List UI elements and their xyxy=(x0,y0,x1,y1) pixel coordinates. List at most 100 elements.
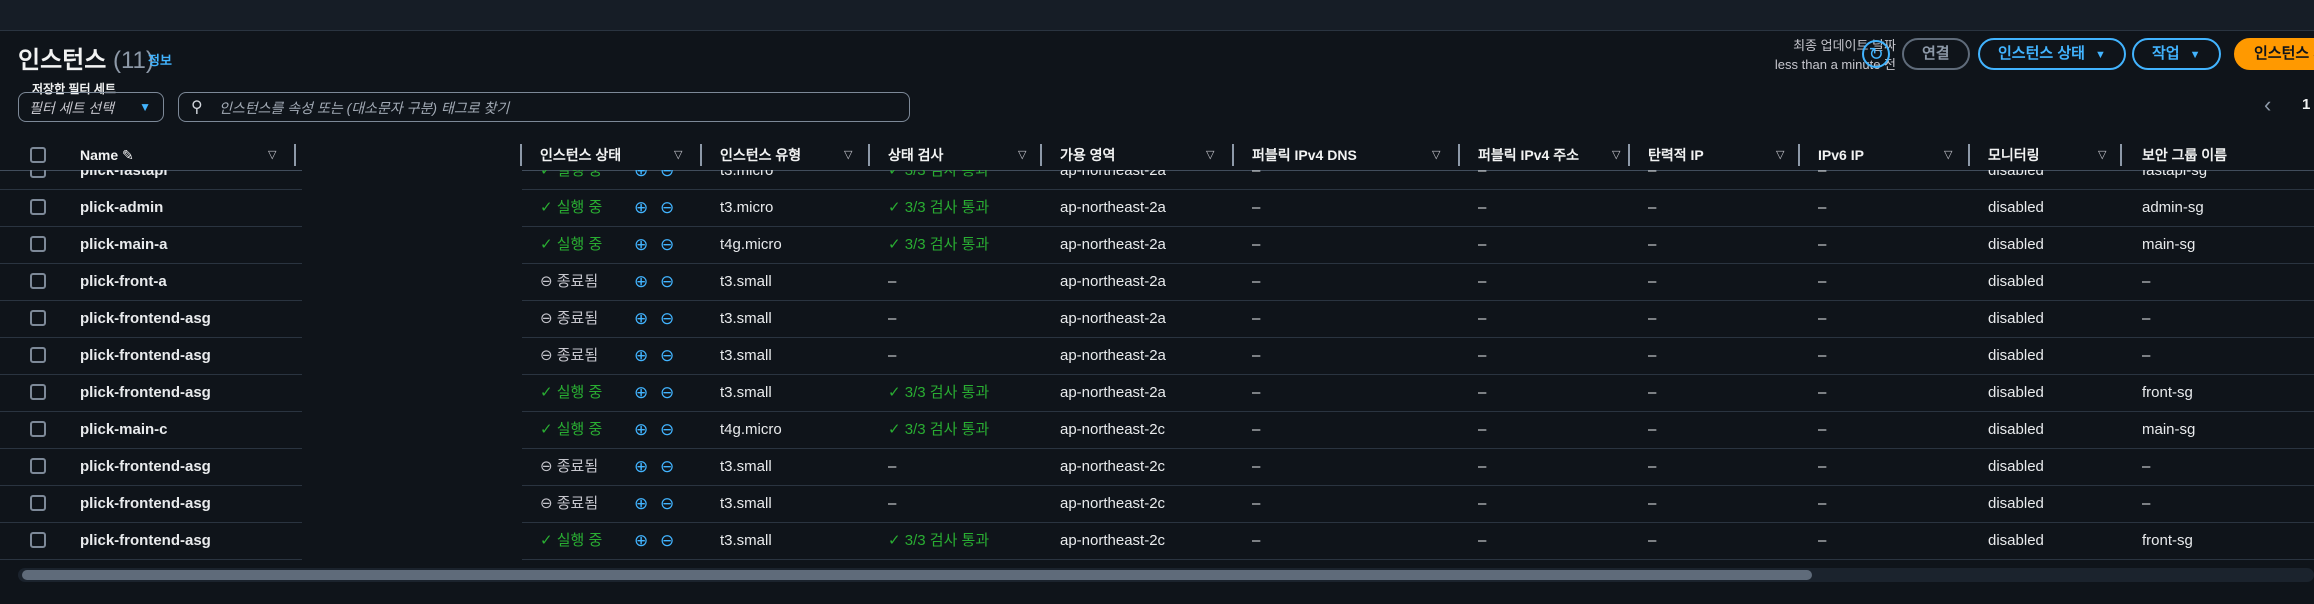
status-running-icon: ✓ xyxy=(540,532,557,549)
row-checkbox[interactable] xyxy=(30,310,46,326)
column-header-security-group[interactable]: 보안 그룹 이름 xyxy=(2142,140,2227,170)
zoom-out-icon[interactable]: ⊖ xyxy=(660,485,674,522)
row-checkbox[interactable] xyxy=(30,458,46,474)
column-header-az[interactable]: 가용 영역 xyxy=(1060,140,1115,170)
column-header-public-ip[interactable]: 퍼블릭 IPv4 주소 xyxy=(1478,140,1579,170)
security-group-cell: fastapi-sg xyxy=(2142,170,2208,179)
instance-state-text: 실행 중 xyxy=(556,532,603,549)
instance-name-cell[interactable]: plick-frontend-asg xyxy=(80,337,211,374)
status-stopped-icon: ⊖ xyxy=(540,310,557,327)
info-link[interactable]: 정보 xyxy=(148,50,172,69)
horizontal-scrollbar-thumb[interactable] xyxy=(22,570,1812,580)
security-group-cell: main-sg xyxy=(2142,421,2196,438)
zoom-out-icon[interactable]: ⊖ xyxy=(660,337,674,374)
public-ip-cell: – xyxy=(1478,170,1487,179)
elastic-ip-cell: – xyxy=(1648,236,1657,253)
instance-name-cell[interactable]: plick-frontend-asg xyxy=(80,485,211,522)
zoom-out-icon[interactable]: ⊖ xyxy=(660,448,674,485)
saved-filter-select-text: 필터 세트 선택 xyxy=(29,100,115,116)
previous-page-icon[interactable]: ‹ xyxy=(2264,92,2271,118)
top-navigation-bar xyxy=(0,0,2314,31)
connect-button[interactable]: 연결 xyxy=(1902,38,1970,70)
zoom-out-icon[interactable]: ⊖ xyxy=(660,300,674,337)
zoom-in-icon[interactable]: ⊕ xyxy=(634,374,648,411)
search-input[interactable] xyxy=(217,96,901,120)
row-checkbox[interactable] xyxy=(30,347,46,363)
public-ip-cell: – xyxy=(1478,347,1487,364)
ipv6-cell: – xyxy=(1818,170,1827,179)
zoom-in-icon[interactable]: ⊕ xyxy=(634,189,648,226)
zoom-in-icon[interactable]: ⊕ xyxy=(634,411,648,448)
instance-state-button[interactable]: 인스턴스 상태 ▼ xyxy=(1978,38,2126,70)
column-header-type[interactable]: 인스턴스 유형 xyxy=(720,140,801,170)
instance-name-cell[interactable]: plick-frontend-asg xyxy=(80,374,211,411)
column-header-state[interactable]: 인스턴스 상태 xyxy=(540,140,621,170)
monitoring-cell: disabled xyxy=(1988,458,2044,475)
column-header-status-check[interactable]: 상태 검사 xyxy=(888,140,943,170)
zoom-out-icon[interactable]: ⊖ xyxy=(660,522,674,559)
actions-button[interactable]: 작업 ▼ xyxy=(2132,38,2221,70)
column-header-name[interactable]: Name ✎ xyxy=(80,140,134,170)
column-header-public-dns[interactable]: 퍼블릭 IPv4 DNS xyxy=(1252,140,1357,170)
status-check-cell: ✓ 3/3 검사 통과 xyxy=(888,170,989,189)
zoom-in-icon[interactable]: ⊕ xyxy=(634,300,648,337)
zoom-out-icon[interactable]: ⊖ xyxy=(660,263,674,300)
check-circle-icon: ✓ xyxy=(888,384,905,401)
column-header-ipv6[interactable]: IPv6 IP xyxy=(1818,140,1864,170)
az-cell: ap-northeast-2c xyxy=(1060,495,1166,512)
row-checkbox[interactable] xyxy=(30,421,46,437)
zoom-in-icon[interactable]: ⊕ xyxy=(634,170,648,189)
instance-name-cell[interactable]: plick-frontend-asg xyxy=(80,300,211,337)
instance-state-cell: ⊖ 종료됨 xyxy=(540,300,598,337)
zoom-out-icon[interactable]: ⊖ xyxy=(660,226,674,263)
row-checkbox[interactable] xyxy=(30,273,46,289)
security-group-cell: – xyxy=(2142,495,2151,512)
zoom-in-icon[interactable]: ⊕ xyxy=(634,337,648,374)
caret-down-icon: ▼ xyxy=(2189,49,2201,61)
public-dns-cell: – xyxy=(1252,421,1261,438)
saved-filter-select[interactable]: 필터 세트 선택 ▼ xyxy=(18,92,164,122)
status-check-text: 3/3 검사 통과 xyxy=(904,199,990,216)
column-header-monitoring[interactable]: 모니터링 xyxy=(1988,140,2040,170)
refresh-icon[interactable]: ↻ xyxy=(1862,40,1890,68)
zoom-in-icon[interactable]: ⊕ xyxy=(634,263,648,300)
row-checkbox[interactable] xyxy=(30,384,46,400)
instance-type-cell: t4g.micro xyxy=(720,421,782,438)
pencil-icon[interactable]: ✎ xyxy=(122,147,134,163)
row-checkbox[interactable] xyxy=(30,170,46,178)
column-header-elastic-ip[interactable]: 탄력적 IP xyxy=(1648,140,1704,170)
search-box[interactable]: ⚲ xyxy=(178,92,910,122)
instance-name-cell[interactable]: plick-admin xyxy=(80,189,163,226)
page-number[interactable]: 1 xyxy=(2302,96,2310,113)
zoom-out-icon[interactable]: ⊖ xyxy=(660,189,674,226)
zoom-out-icon[interactable]: ⊖ xyxy=(660,170,674,189)
instance-name-cell[interactable]: plick-main-c xyxy=(80,411,168,448)
public-ip-cell: – xyxy=(1478,199,1487,216)
launch-instance-button[interactable]: 인스턴스 시작 xyxy=(2234,38,2314,70)
public-dns-cell: – xyxy=(1252,347,1261,364)
row-checkbox[interactable] xyxy=(30,199,46,215)
instance-state-cell: ✓ 실행 중 xyxy=(540,522,602,559)
instance-state-label: 인스턴스 상태 xyxy=(1998,45,2085,62)
instance-name-cell[interactable]: plick-main-a xyxy=(80,226,168,263)
instance-name-cell[interactable]: plick-frontend-asg xyxy=(80,522,211,559)
instance-name-cell[interactable]: plick-frontend-asg xyxy=(80,448,211,485)
row-checkbox[interactable] xyxy=(30,495,46,511)
check-circle-icon: ✓ xyxy=(888,421,905,438)
instance-name-cell[interactable]: plick-fastapi xyxy=(80,170,168,189)
zoom-in-icon[interactable]: ⊕ xyxy=(634,448,648,485)
row-checkbox[interactable] xyxy=(30,236,46,252)
zoom-in-icon[interactable]: ⊕ xyxy=(634,485,648,522)
instance-name-cell[interactable]: plick-front-a xyxy=(80,263,167,300)
security-group-cell: main-sg xyxy=(2142,236,2196,253)
zoom-out-icon[interactable]: ⊖ xyxy=(660,411,674,448)
row-checkbox[interactable] xyxy=(30,532,46,548)
ipv6-cell: – xyxy=(1818,495,1827,512)
security-group-cell: front-sg xyxy=(2142,532,2193,549)
select-all-checkbox[interactable] xyxy=(30,147,46,163)
caret-down-icon: ▼ xyxy=(2094,49,2106,61)
zoom-in-icon[interactable]: ⊕ xyxy=(634,226,648,263)
instance-type-cell: t3.small xyxy=(720,347,772,364)
zoom-out-icon[interactable]: ⊖ xyxy=(660,374,674,411)
zoom-in-icon[interactable]: ⊕ xyxy=(634,522,648,559)
